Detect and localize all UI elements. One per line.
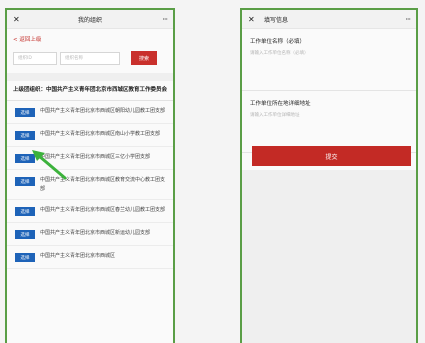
select-button[interactable]: 选择 bbox=[15, 131, 35, 140]
field-label: 工作单位名称（必填） bbox=[250, 39, 306, 45]
search-bar: 组织ID 组织名称 搜索 bbox=[7, 47, 173, 69]
organization-name: 中国共产主义青年团北京市西城区三亿小学团支部 bbox=[40, 154, 151, 160]
title-bar: ✕ 我的组织 ··· bbox=[7, 10, 173, 29]
organization-name: 中国共产主义青年团北京市西城区新运幼儿园支部 bbox=[40, 230, 151, 236]
select-button[interactable]: 选择 bbox=[15, 253, 35, 262]
list-item: 选择 中国共产主义青年团北京市西城区春兰幼儿园教工团支部 bbox=[7, 200, 173, 223]
list-item: 选择 中国共产主义青年团北京市西城区南山小学教工团支部 bbox=[7, 124, 173, 147]
empty-area bbox=[242, 170, 416, 343]
title-bar: ✕ 填写信息 ··· bbox=[242, 10, 416, 29]
organization-list-screen: ✕ 我的组织 ··· < 返回上级 组织ID 组织名称 搜索 上级团组织：中国共… bbox=[5, 8, 175, 343]
list-item: 选择 中国共产主义青年团北京市西城区教育交流中心教工团支部 bbox=[7, 170, 173, 200]
list-item: 选择 中国共产主义青年团北京市西城区 bbox=[7, 246, 173, 269]
section-divider bbox=[7, 73, 173, 81]
more-icon[interactable]: ··· bbox=[396, 15, 411, 24]
close-icon[interactable]: ✕ bbox=[13, 15, 27, 24]
organization-name: 中国共产主义青年团北京市西城区 bbox=[40, 253, 116, 259]
list-item: 选择 中国共产主义青年团北京市西城区朝阳幼儿园教工团支部 bbox=[7, 101, 173, 124]
select-button[interactable]: 选择 bbox=[15, 154, 35, 163]
close-icon[interactable]: ✕ bbox=[248, 15, 262, 24]
organization-name: 中国共产主义青年团北京市西城区春兰幼儿园教工团支部 bbox=[40, 207, 166, 213]
select-button[interactable]: 选择 bbox=[15, 108, 35, 117]
organization-list: 选择 中国共产主义青年团北京市西城区朝阳幼儿园教工团支部 选择 中国共产主义青年… bbox=[7, 101, 173, 269]
organization-name: 中国共产主义青年团北京市西城区教育交流中心教工团支部 bbox=[40, 177, 166, 192]
select-button[interactable]: 选择 bbox=[15, 230, 35, 239]
field-label: 工作单位所在地详细地址 bbox=[250, 101, 311, 107]
select-button[interactable]: 选择 bbox=[15, 207, 35, 216]
more-icon[interactable]: ··· bbox=[153, 15, 168, 24]
list-item: 选择 中国共产主义青年团北京市西城区新运幼儿园支部 bbox=[7, 223, 173, 246]
upper-organization-heading: 上级团组织：中国共产主义青年团北京市西城区教育工作委员会 bbox=[7, 81, 173, 101]
fill-info-screen: ✕ 填写信息 ··· 工作单位名称（必填） 请输入工作单位名称（必填） 工作单位… bbox=[240, 8, 418, 343]
org-id-input[interactable]: 组织ID bbox=[13, 51, 57, 65]
submit-button[interactable]: 提交 bbox=[252, 146, 411, 166]
list-item: 选择 中国共产主义青年团北京市西城区三亿小学团支部 bbox=[7, 147, 173, 170]
select-button[interactable]: 选择 bbox=[15, 177, 35, 186]
back-to-parent-link[interactable]: < 返回上级 bbox=[7, 29, 173, 47]
work-unit-name-field[interactable]: 工作单位名称（必填） 请输入工作单位名称（必填） bbox=[242, 29, 416, 91]
organization-name: 中国共产主义青年团北京市西城区南山小学教工团支部 bbox=[40, 131, 161, 137]
org-name-input[interactable]: 组织名称 bbox=[60, 51, 120, 65]
page-title: 填写信息 bbox=[264, 16, 289, 24]
organization-name: 中国共产主义青年团北京市西城区朝阳幼儿园教工团支部 bbox=[40, 108, 166, 114]
work-unit-address-field[interactable]: 工作单位所在地详细地址 请输入工作单位详细地址 bbox=[242, 91, 416, 153]
page-title: 我的组织 bbox=[77, 16, 102, 24]
search-button[interactable]: 搜索 bbox=[131, 51, 157, 65]
